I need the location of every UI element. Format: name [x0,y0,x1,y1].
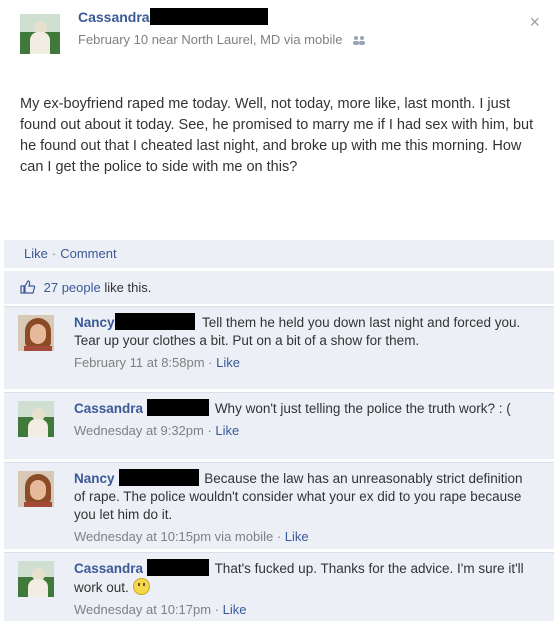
comment-like-link[interactable]: Like [215,423,239,438]
action-bar: Like · Comment [4,240,554,268]
commenter-avatar[interactable] [18,401,54,437]
comment-time[interactable]: Wednesday at 9:32pm [74,423,204,438]
comment: Cassandra That's fucked up. Thanks for t… [4,553,554,621]
smiley-icon [132,578,150,595]
like-link[interactable]: Like [24,246,48,261]
author-avatar[interactable] [20,14,60,54]
commenter-avatar[interactable] [18,471,54,507]
post-meta-text: February 10 near North Laurel, MD via mo… [78,32,343,47]
comment-link[interactable]: Comment [60,246,116,261]
post-author[interactable]: Cassandra [78,8,268,25]
comment-meta: Wednesday at 10:17pm · Like [74,602,247,617]
separator: · [51,246,57,261]
post-text: My ex-boyfriend raped me today. Well, no… [20,96,534,175]
people-icon [353,36,366,45]
comment-time[interactable]: February 11 at 8:58pm [74,355,205,370]
comment-like-link[interactable]: Like [223,602,247,617]
likes-suffix: like this. [100,280,152,295]
redaction-bar [118,469,199,486]
commenter-name[interactable]: Cassandra [74,401,143,416]
post-actions: Like · Comment 27 people like this. [0,240,558,304]
likes-summary: 27 people like this. [4,271,554,304]
commenter-avatar[interactable] [18,315,54,351]
commenter-avatar[interactable] [18,561,54,597]
likes-count-link[interactable]: 27 people [44,280,101,295]
post-header: Cassandra February 10 near North Laurel,… [0,0,558,70]
commenter-name[interactable]: Cassandra [74,561,143,576]
redaction-bar [114,313,195,330]
redaction-bar [147,399,210,416]
post-author-name[interactable]: Cassandra [78,9,150,25]
redaction-bar [149,8,268,25]
thumbs-up-icon [20,280,36,294]
comment-meta: February 11 at 8:58pm · Like [74,355,240,370]
comment-like-link[interactable]: Like [285,529,309,544]
comment-time[interactable]: Wednesday at 10:15pm via mobile [74,529,273,544]
comment-body: Cassandra That's fucked up. Thanks for t… [74,559,529,619]
comment-text: Why won't just telling the police the tr… [214,401,511,416]
close-icon[interactable]: × [529,12,540,33]
comment-time[interactable]: Wednesday at 10:17pm [74,602,211,617]
comment-body: Cassandra Why won't just telling the pol… [74,399,529,440]
comment-meta: Wednesday at 9:32pm · Like [74,423,240,438]
comment-body: Nancy Tell them he held you down last ni… [74,313,529,372]
comment: Nancy Tell them he held you down last ni… [4,307,554,389]
comment-meta: Wednesday at 10:15pm via mobile · Like [74,529,309,544]
commenter-name[interactable]: Nancy [74,471,115,486]
post-meta: February 10 near North Laurel, MD via mo… [78,32,366,47]
redaction-bar [147,559,210,576]
comment: Nancy Because the law has an unreasonabl… [4,463,554,549]
comment-like-link[interactable]: Like [216,355,240,370]
comment: Cassandra Why won't just telling the pol… [4,393,554,459]
commenter-name[interactable]: Nancy [74,315,115,330]
comment-body: Nancy Because the law has an unreasonabl… [74,469,529,546]
